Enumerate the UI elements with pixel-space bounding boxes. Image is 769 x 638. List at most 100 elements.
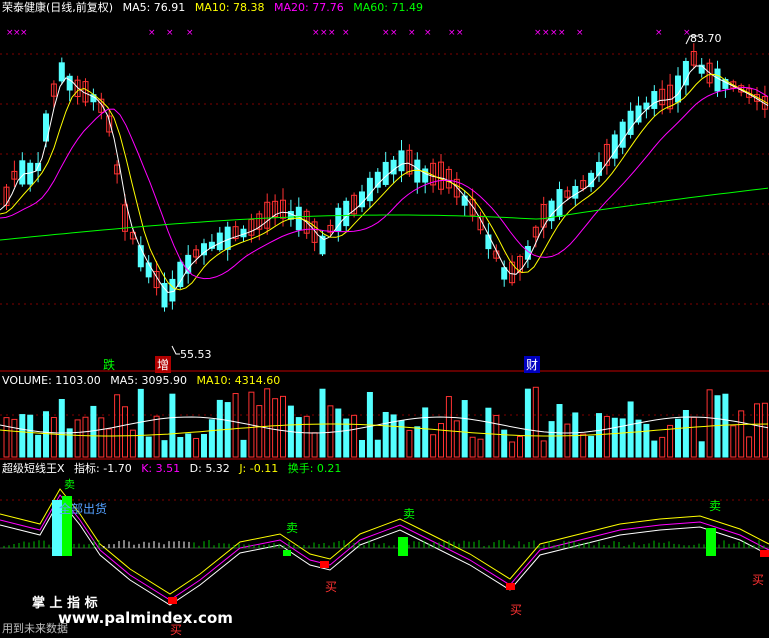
volume-bar [382, 411, 389, 458]
volume-bar [469, 436, 476, 458]
volume-bar [82, 416, 89, 458]
die-marker: 跌 [103, 358, 116, 372]
sell-signal-3: 卖 [709, 499, 722, 513]
volume-bar [714, 395, 721, 458]
candle-body [343, 200, 350, 227]
candle-body [461, 195, 468, 206]
signal-x-marker: × [320, 28, 328, 38]
candle-body [224, 226, 231, 250]
candle-body [216, 232, 223, 251]
volume-bar [295, 417, 302, 458]
volume-bar [311, 432, 318, 458]
volume-bar [216, 399, 223, 458]
volume-bar [761, 402, 768, 458]
low-price-label: 55.53 [180, 348, 212, 361]
sell-signal-top: 卖 [64, 478, 75, 491]
candle-body [572, 185, 579, 199]
volume-bar [580, 433, 587, 458]
buy-square [168, 597, 177, 604]
volume-bar [35, 434, 42, 458]
volume-bar [706, 389, 713, 458]
volume-bar [746, 436, 753, 458]
candle-body [240, 228, 247, 238]
volume-bar [169, 393, 176, 458]
volume-bar [690, 416, 697, 458]
ma60-line [0, 187, 769, 241]
high-price-label: 83.70 [690, 32, 722, 45]
candle-body [366, 177, 373, 202]
signal-x-marker: × [328, 28, 336, 38]
candle-body [556, 189, 563, 217]
volume-bar [588, 435, 595, 458]
candle-body [66, 75, 73, 91]
volume-bar [256, 405, 263, 458]
sell-signal-1: 卖 [286, 521, 299, 535]
volume-bar [343, 418, 350, 458]
volume-bar [635, 419, 642, 458]
volume-bar [422, 407, 429, 458]
volume-bar [477, 438, 484, 458]
volume-bar [754, 403, 760, 458]
volume-bar [185, 433, 192, 458]
volume-bar [651, 440, 658, 458]
volume-bar [501, 429, 508, 458]
signal-x-marker: × [166, 28, 174, 38]
volume-bar [374, 439, 381, 458]
candle-body [651, 91, 658, 109]
volume-bar [493, 414, 500, 458]
volume-bar [351, 414, 358, 458]
volume-bar [319, 388, 326, 458]
volume-bar [532, 386, 539, 458]
volume-bar [145, 436, 152, 458]
volume-bar [303, 415, 310, 458]
volume-bar [98, 417, 105, 458]
stock-chart-canvas[interactable]: × × × × × × × × × × × × × × × × × × × × × × × [0, 0, 769, 636]
signal-x-marker: × [550, 28, 558, 38]
buy-square [760, 550, 769, 557]
volume-bar [3, 417, 10, 458]
candle-body [177, 261, 184, 288]
volume-bar [698, 441, 705, 458]
volume-bar [611, 417, 618, 458]
buy-square [506, 583, 515, 590]
volume-bar [359, 439, 365, 458]
signal-x-marker: × [576, 28, 584, 38]
candle-body [58, 62, 65, 82]
volume-bar [517, 436, 523, 458]
volume-bar [208, 419, 215, 458]
volume-bar [643, 423, 650, 458]
volume-bar [58, 398, 65, 458]
volume-bar [280, 395, 286, 458]
candle-body [19, 160, 26, 185]
volume-bar [240, 439, 247, 458]
volume-bar [27, 414, 34, 458]
candle-body [414, 159, 421, 183]
volume-bar [556, 404, 563, 458]
sell-all-label: 全部出货 [59, 502, 108, 516]
signal-x-marker: × [20, 28, 28, 38]
signal-x-marker: × [408, 28, 416, 38]
volume-bar [74, 419, 81, 458]
sell-bar-2 [398, 537, 408, 556]
volume-bar [627, 401, 634, 458]
candle-body [675, 75, 681, 103]
volume-bar [90, 405, 97, 458]
volume-bar [201, 433, 207, 458]
volume-bar [659, 436, 666, 458]
volume-bar [485, 407, 492, 458]
volume-bar [122, 406, 128, 458]
candle-body [287, 211, 294, 220]
volume-bar [540, 440, 547, 458]
signal-x-marker: × [382, 28, 390, 38]
volume-bar [19, 414, 26, 458]
volume-bar [619, 418, 626, 458]
volume-bar [438, 423, 444, 458]
cai-marker: 财 [524, 356, 541, 373]
volume-bar [193, 437, 200, 458]
candle-body [485, 234, 492, 250]
candle-body [619, 121, 626, 148]
d-line [0, 499, 769, 606]
signal-x-marker: × [456, 28, 464, 38]
volume-bar [11, 418, 18, 458]
buy-signal-4: 买 [752, 573, 765, 587]
